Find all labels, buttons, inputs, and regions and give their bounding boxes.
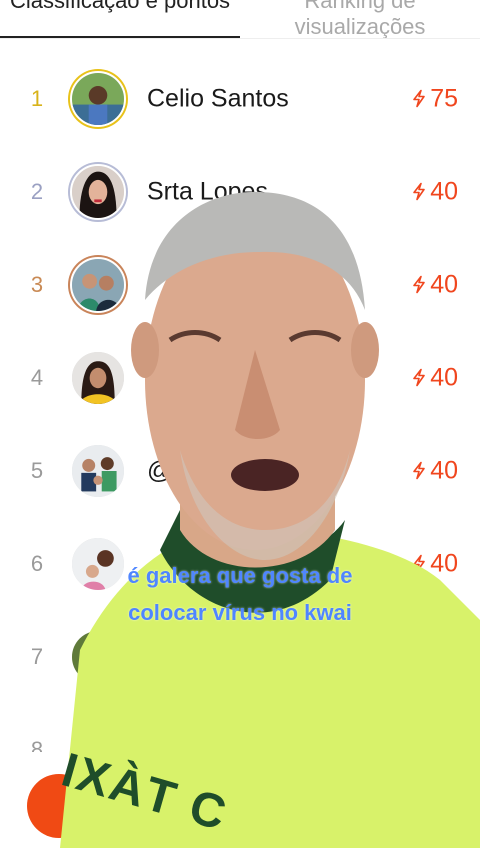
person-video-frame (60, 191, 480, 848)
rank-number: 2 (30, 178, 44, 204)
tab-classificacao[interactable]: Classificação e pontos (0, 0, 240, 14)
avatar[interactable] (70, 70, 126, 127)
video-overlay: IXÀT C (56, 180, 480, 848)
points-number: 75 (430, 84, 458, 112)
user-name[interactable]: Celio Santos (147, 84, 289, 113)
rank-number: 5 (30, 457, 44, 483)
rank-number: 1 (30, 85, 44, 111)
rank-number: 4 (30, 364, 44, 390)
video-caption-line-1: é galera que gosta de (127, 563, 353, 588)
ranking-tabs: Classificação e pontos Ranking de visual… (0, 0, 480, 40)
tabs-divider (0, 38, 480, 39)
points-value: 75 (412, 84, 458, 113)
lightning-bolt-icon (413, 89, 425, 108)
leaderboard-row[interactable]: 1 Celio Santos 75 (0, 52, 480, 145)
video-caption-line-2: colocar vírus no kwai (128, 600, 352, 625)
rank-number: 7 (30, 643, 44, 669)
tab-ranking-visualizacoes[interactable]: Ranking de visualizações (240, 0, 480, 40)
rank-number: 3 (30, 271, 44, 297)
